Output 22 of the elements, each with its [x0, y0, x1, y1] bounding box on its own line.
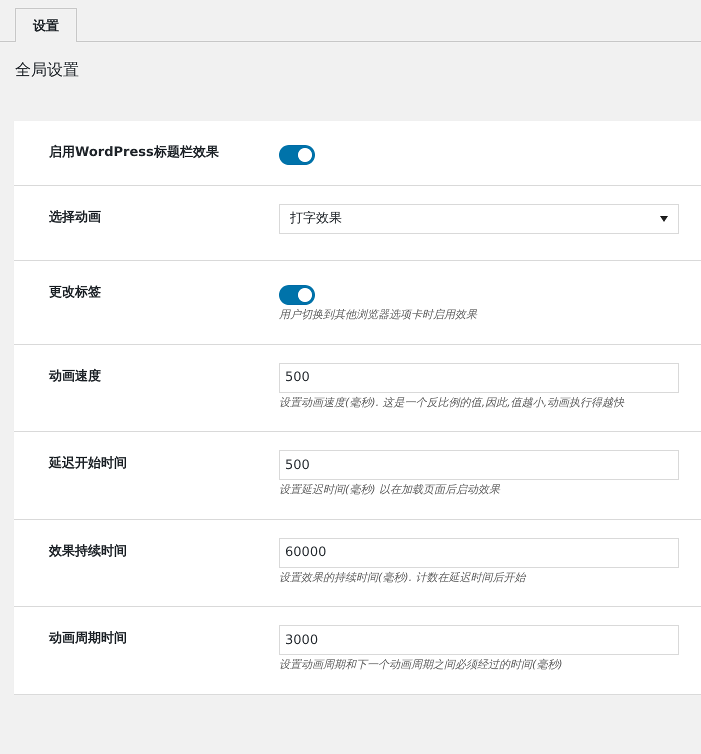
tab[interactable]: 设置: [15, 8, 77, 42]
field-description: 设置效果的持续时间(毫秒). 计数在延迟时间后开始: [279, 570, 528, 586]
toggle-switch[interactable]: [279, 145, 315, 165]
animation-select[interactable]: 打字效果: [279, 204, 679, 234]
setting-label: 启用WordPress标题栏效果: [49, 144, 220, 162]
setting-label: 更改标签: [49, 284, 102, 302]
setting-label: 选择动画: [49, 209, 102, 227]
toggle-switch[interactable]: [279, 285, 315, 305]
section-heading: 全局设置: [15, 59, 80, 81]
number-field[interactable]: 3000: [279, 625, 679, 655]
setting-label: 效果持续时间: [49, 542, 128, 560]
field-description: 用户切换到其他浏览器选项卡时启用效果: [279, 307, 478, 323]
caret-icon: [660, 216, 668, 222]
number-field[interactable]: 60000: [279, 538, 679, 568]
number-field[interactable]: 500: [279, 450, 679, 480]
setting-label: 延迟开始时间: [49, 455, 128, 473]
setting-label: 动画周期时间: [49, 630, 128, 648]
field-description: 设置动画周期和下一个动画周期之间必须经过的时间(毫秒): [279, 657, 564, 673]
field-description: 设置延迟时间(毫秒) 以在加载页面后启动效果: [279, 482, 502, 498]
field-description: 设置动画速度(毫秒). 这是一个反比例的值,因此,值越小,动画执行得越快: [279, 394, 626, 410]
setting-label: 动画速度: [49, 368, 102, 386]
number-field[interactable]: 500: [279, 362, 679, 392]
